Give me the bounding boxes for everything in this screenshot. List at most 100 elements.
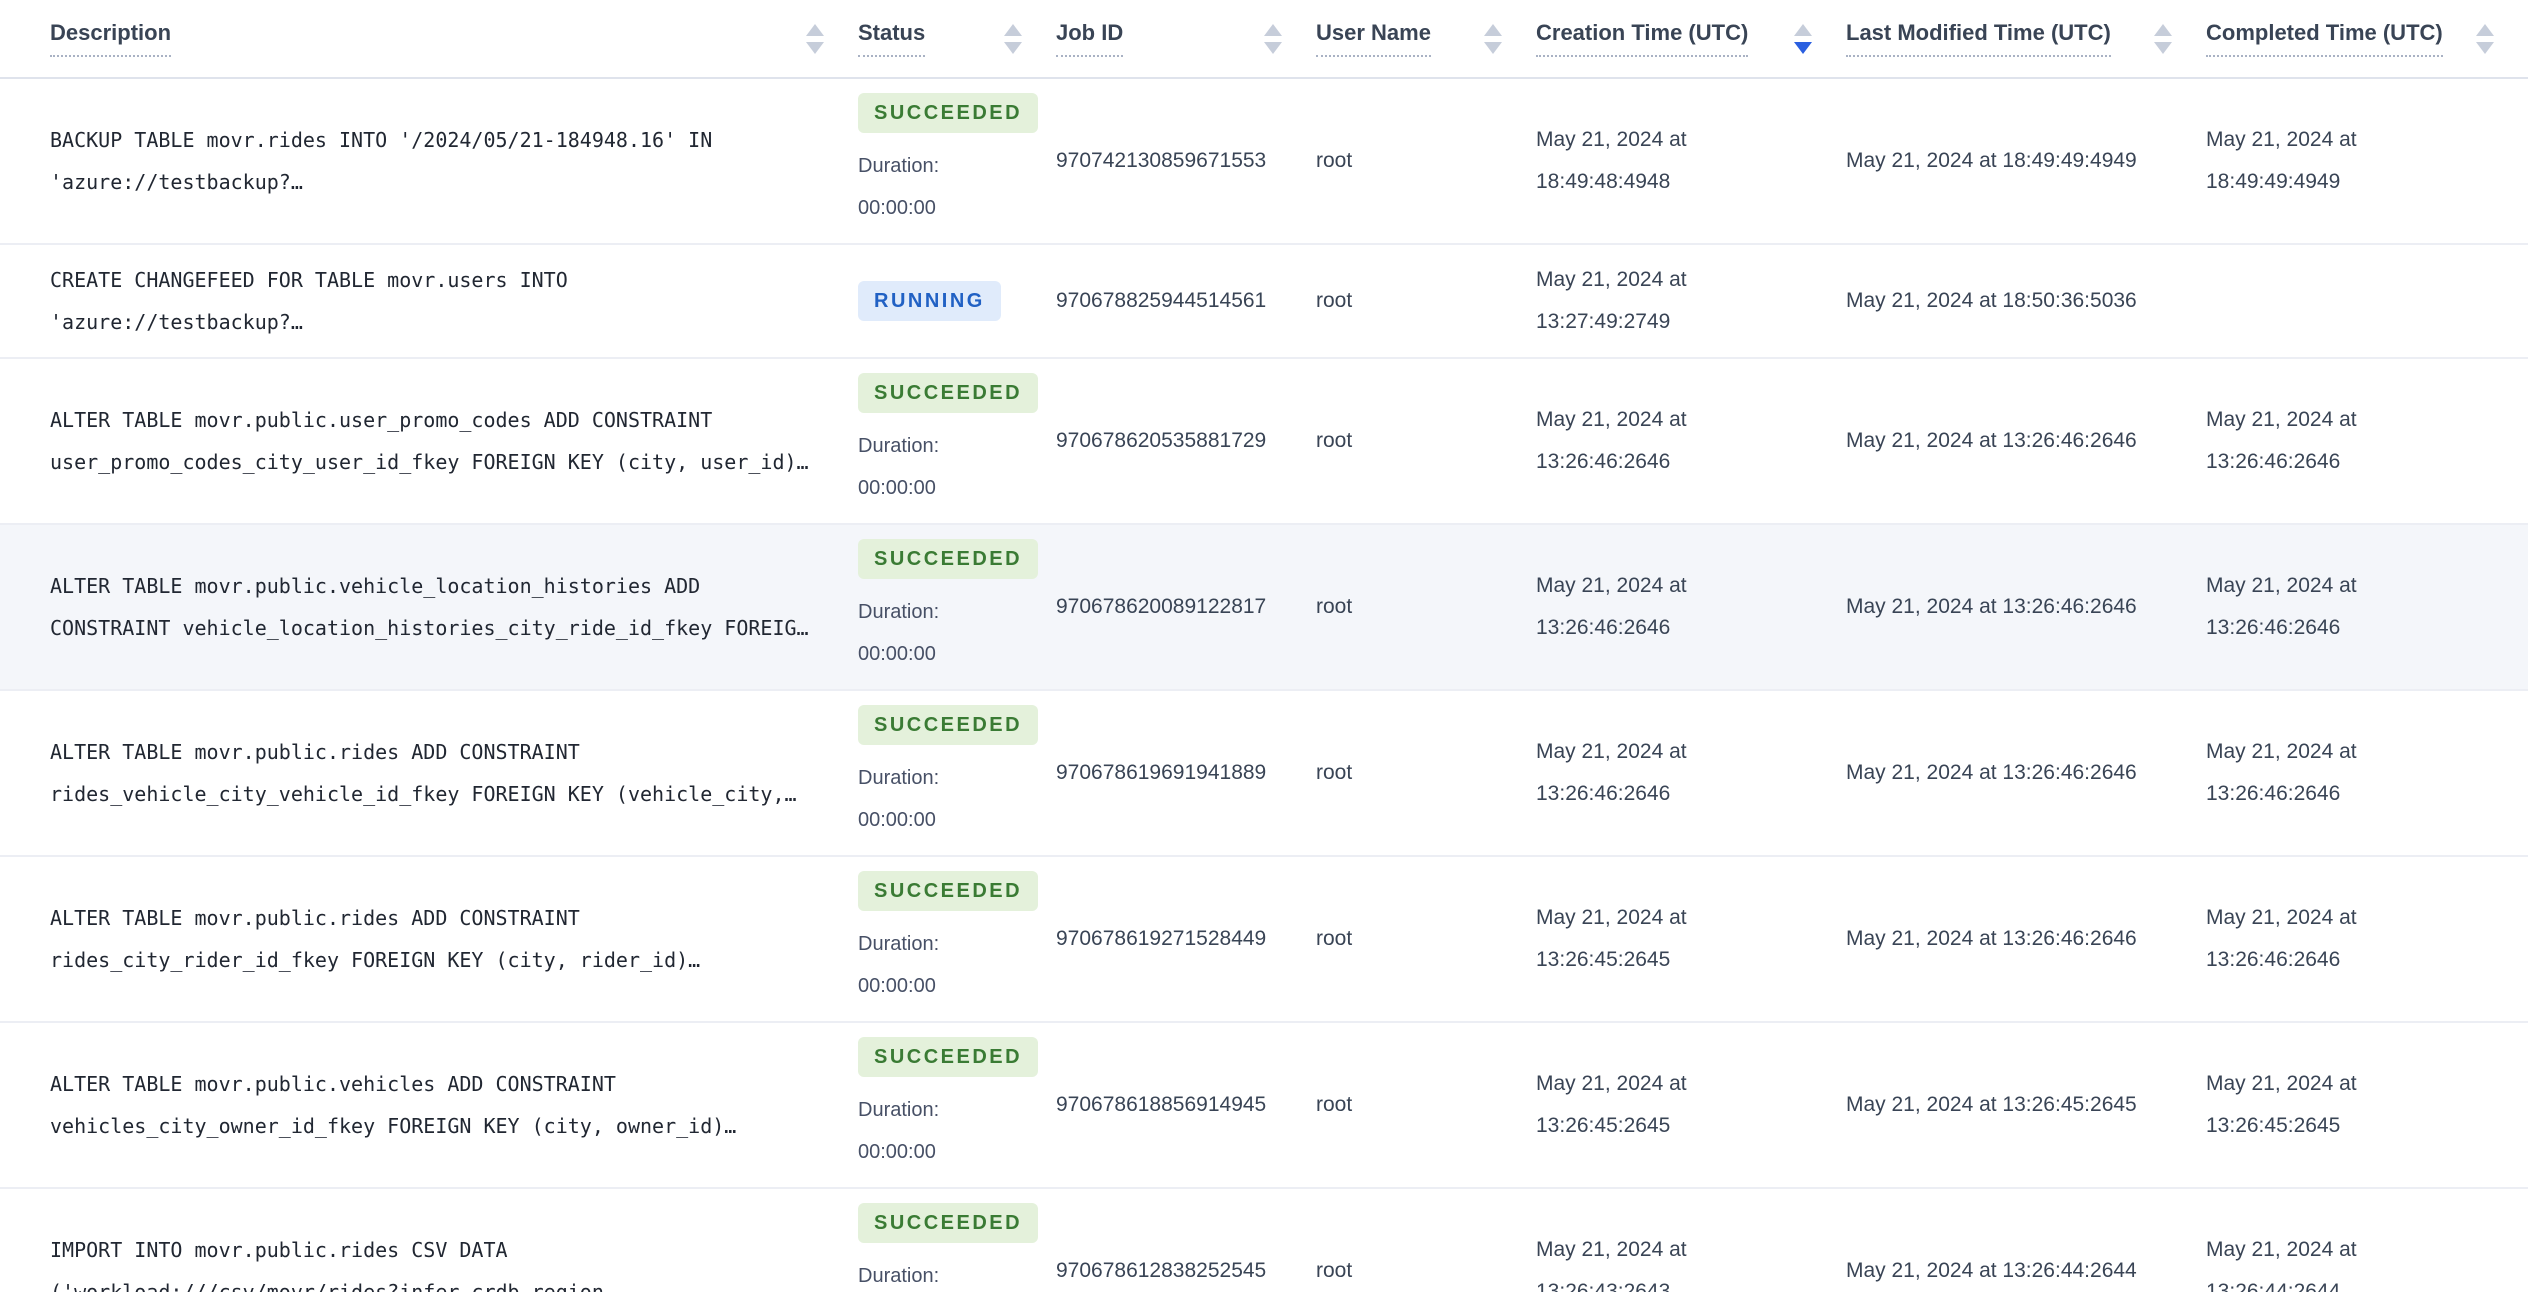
completed-time: May 21, 2024 at 18:49:49:4949 [2206, 78, 2528, 245]
job-description: ALTER TABLE movr.public.vehicle_location… [50, 565, 822, 649]
job-duration: Duration: 00:00:00 [858, 425, 1020, 509]
sort-asc-arrow [806, 23, 824, 36]
status-badge: SUCCEEDED [858, 1203, 1039, 1243]
table-row[interactable]: ALTER TABLE movr.public.rides ADD CONSTR… [0, 690, 2528, 857]
job-description: BACKUP TABLE movr.rides INTO '/2024/05/2… [50, 119, 822, 203]
column-header-completed_time[interactable]: Completed Time (UTC) [2206, 0, 2528, 79]
job-description-line: ('workload:///csv/movr/rides?infer-crdb-… [50, 1280, 628, 1292]
job-description-line: BACKUP TABLE movr.rides INTO '/2024/05/2… [50, 128, 713, 152]
user-name: root [1316, 244, 1536, 359]
job-id: 970678825944514561 [1056, 244, 1316, 359]
last-modified-time: May 21, 2024 at 13:26:46:2646 [1846, 358, 2206, 525]
sort-icon[interactable] [2476, 23, 2494, 54]
job-duration: Duration: 00:00:00 [858, 591, 1020, 675]
column-header-status[interactable]: Status [858, 0, 1056, 79]
table-row[interactable]: IMPORT INTO movr.public.rides CSV DATA ('… [0, 1188, 2528, 1292]
sort-icon[interactable] [806, 23, 824, 54]
user-name: root [1316, 690, 1536, 857]
table-row[interactable]: BACKUP TABLE movr.rides INTO '/2024/05/2… [0, 78, 2528, 245]
duration-label: Duration: [858, 767, 940, 789]
last-modified-time: May 21, 2024 at 13:26:45:2645 [1846, 1022, 2206, 1189]
job-duration: Duration: 00:00:00 [858, 145, 1020, 229]
job-description-cell: ALTER TABLE movr.public.rides ADD CONSTR… [0, 690, 858, 857]
creation-time: May 21, 2024 at 13:26:46:2646 [1536, 524, 1846, 691]
last-modified-time: May 21, 2024 at 13:26:44:2644 [1846, 1188, 2206, 1292]
job-description-cell: ALTER TABLE movr.public.user_promo_codes… [0, 358, 858, 525]
table-row[interactable]: ALTER TABLE movr.public.rides ADD CONSTR… [0, 856, 2528, 1023]
creation-time: May 21, 2024 at 13:26:43:2643 [1536, 1188, 1846, 1292]
status-badge: SUCCEEDED [858, 871, 1039, 911]
sort-desc-arrow [1794, 41, 1812, 54]
job-description-line: ALTER TABLE movr.public.vehicle_location… [50, 574, 701, 598]
sort-asc-arrow [1484, 23, 1502, 36]
job-description-line: CONSTRAINT vehicle_location_histories_ci… [50, 616, 809, 640]
completed-time: May 21, 2024 at 13:26:46:2646 [2206, 690, 2528, 857]
job-status-cell: SUCCEEDED Duration: 00:00:00 [858, 1022, 1056, 1189]
sort-icon[interactable] [1484, 23, 1502, 54]
column-header-label[interactable]: Description [50, 20, 172, 57]
duration-label: Duration: [858, 435, 940, 457]
column-header-label[interactable]: User Name [1316, 20, 1431, 57]
completed-time: May 21, 2024 at 13:26:45:2645 [2206, 1022, 2528, 1189]
column-header-label[interactable]: Completed Time (UTC) [2206, 20, 2443, 57]
column-header-job_id[interactable]: Job ID [1056, 0, 1316, 79]
table-row[interactable]: ALTER TABLE movr.public.vehicle_location… [0, 524, 2528, 691]
job-description: ALTER TABLE movr.public.rides ADD CONSTR… [50, 731, 822, 815]
duration-label: Duration: [858, 1099, 940, 1121]
sort-icon[interactable] [1004, 23, 1022, 54]
column-header-label[interactable]: Last Modified Time (UTC) [1846, 20, 2111, 57]
sort-icon[interactable] [1264, 23, 1282, 54]
column-header-creation_time[interactable]: Creation Time (UTC) [1536, 0, 1846, 79]
jobs-table: Description Status Job ID User Name Crea… [0, 0, 2528, 1292]
job-description: CREATE CHANGEFEED FOR TABLE movr.users I… [50, 259, 822, 343]
table-row[interactable]: CREATE CHANGEFEED FOR TABLE movr.users I… [0, 244, 2528, 359]
job-description-cell: IMPORT INTO movr.public.rides CSV DATA ('… [0, 1188, 858, 1292]
job-description-line: IMPORT INTO movr.public.rides CSV DATA [50, 1238, 508, 1262]
job-description: ALTER TABLE movr.public.vehicles ADD CON… [50, 1063, 822, 1147]
sort-asc-arrow [2154, 23, 2172, 36]
user-name: root [1316, 358, 1536, 525]
duration-value: 00:00:00 [858, 197, 936, 219]
last-modified-time: May 21, 2024 at 13:26:46:2646 [1846, 524, 2206, 691]
job-status-cell: SUCCEEDED Duration: 00:00:00 [858, 1188, 1056, 1292]
table-row[interactable]: ALTER TABLE movr.public.user_promo_codes… [0, 358, 2528, 525]
duration-label: Duration: [858, 601, 940, 623]
job-duration: Duration: 00:00:00 [858, 1089, 1020, 1173]
column-header-label[interactable]: Creation Time (UTC) [1536, 20, 1749, 57]
job-description-cell: ALTER TABLE movr.public.vehicles ADD CON… [0, 1022, 858, 1189]
sort-icon[interactable] [2154, 23, 2172, 54]
job-description-line: vehicles_city_owner_id_fkey FOREIGN KEY … [50, 1114, 737, 1138]
job-id: 970678619691941889 [1056, 690, 1316, 857]
job-duration: Duration: 00:00:00 [858, 1255, 1020, 1292]
last-modified-time: May 21, 2024 at 18:49:49:4949 [1846, 78, 2206, 245]
column-header-description[interactable]: Description [0, 0, 858, 79]
duration-value: 00:00:00 [858, 477, 936, 499]
sort-desc-arrow [806, 41, 824, 54]
sort-asc-arrow [1794, 23, 1812, 36]
creation-time: May 21, 2024 at 13:26:45:2645 [1536, 856, 1846, 1023]
duration-value: 00:00:00 [858, 975, 936, 997]
job-description-line: rides_vehicle_city_vehicle_id_fkey FOREI… [50, 782, 797, 806]
job-description-cell: ALTER TABLE movr.public.rides ADD CONSTR… [0, 856, 858, 1023]
column-header-last_modified_time[interactable]: Last Modified Time (UTC) [1846, 0, 2206, 79]
job-id: 970742130859671553 [1056, 78, 1316, 245]
user-name: root [1316, 78, 1536, 245]
completed-time: May 21, 2024 at 13:26:46:2646 [2206, 856, 2528, 1023]
sort-asc-arrow [1264, 23, 1282, 36]
column-header-label[interactable]: Job ID [1056, 20, 1124, 57]
duration-label: Duration: [858, 155, 940, 177]
duration-label: Duration: [858, 1265, 940, 1287]
column-header-label[interactable]: Status [858, 20, 926, 57]
job-status-cell: SUCCEEDED Duration: 00:00:00 [858, 524, 1056, 691]
sort-desc-arrow [1484, 41, 1502, 54]
sort-icon[interactable] [1794, 23, 1812, 54]
completed-time: May 21, 2024 at 13:26:46:2646 [2206, 524, 2528, 691]
job-description: ALTER TABLE movr.public.user_promo_codes… [50, 399, 822, 483]
status-badge: SUCCEEDED [858, 1037, 1039, 1077]
job-description-line: 'azure://testbackup?… [50, 310, 303, 334]
creation-time: May 21, 2024 at 13:26:45:2645 [1536, 1022, 1846, 1189]
sort-desc-arrow [1264, 41, 1282, 54]
column-header-user_name[interactable]: User Name [1316, 0, 1536, 79]
table-row[interactable]: ALTER TABLE movr.public.vehicles ADD CON… [0, 1022, 2528, 1189]
job-description: ALTER TABLE movr.public.rides ADD CONSTR… [50, 897, 822, 981]
